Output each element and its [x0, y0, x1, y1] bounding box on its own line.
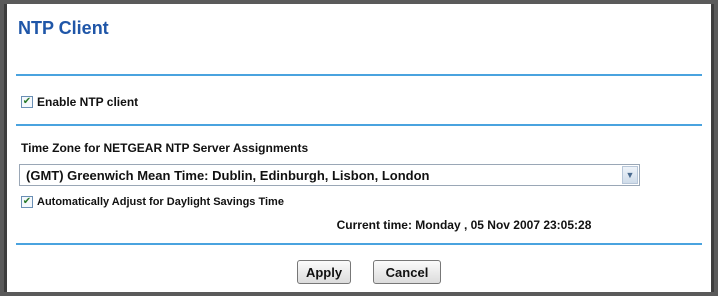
- chevron-down-icon[interactable]: ▼: [622, 166, 638, 184]
- cancel-button[interactable]: Cancel: [373, 260, 441, 284]
- timezone-label-row: Time Zone for NETGEAR NTP Server Assignm…: [21, 141, 308, 155]
- divider-bottom: [16, 243, 702, 245]
- dst-row: ✔ Automatically Adjust for Daylight Savi…: [21, 196, 284, 208]
- timezone-label: Time Zone for NETGEAR NTP Server Assignm…: [21, 141, 309, 155]
- enable-ntp-row: ✔ Enable NTP client: [21, 95, 138, 109]
- enable-ntp-checkbox[interactable]: ✔: [21, 96, 33, 108]
- enable-ntp-label: Enable NTP client: [37, 95, 139, 109]
- timezone-selected-value: (GMT) Greenwich Mean Time: Dublin, Edinb…: [26, 167, 430, 183]
- apply-button[interactable]: Apply: [297, 260, 351, 284]
- checkmark-icon: ✔: [22, 196, 32, 207]
- page-title: NTP Client: [18, 18, 109, 38]
- ntp-client-panel: NTP Client ✔ Enable NTP client Time Zone…: [4, 4, 714, 292]
- current-time-row: Current time: Monday , 05 Nov 2007 23:05…: [7, 218, 711, 232]
- divider-top: [16, 74, 702, 76]
- dst-checkbox[interactable]: ✔: [21, 196, 33, 208]
- divider-middle: [16, 124, 702, 126]
- dst-label: Automatically Adjust for Daylight Saving…: [37, 196, 284, 208]
- timezone-select[interactable]: (GMT) Greenwich Mean Time: Dublin, Edinb…: [19, 164, 640, 186]
- current-time-text: Current time: Monday , 05 Nov 2007 23:05…: [336, 218, 592, 232]
- checkmark-icon: ✔: [22, 96, 32, 107]
